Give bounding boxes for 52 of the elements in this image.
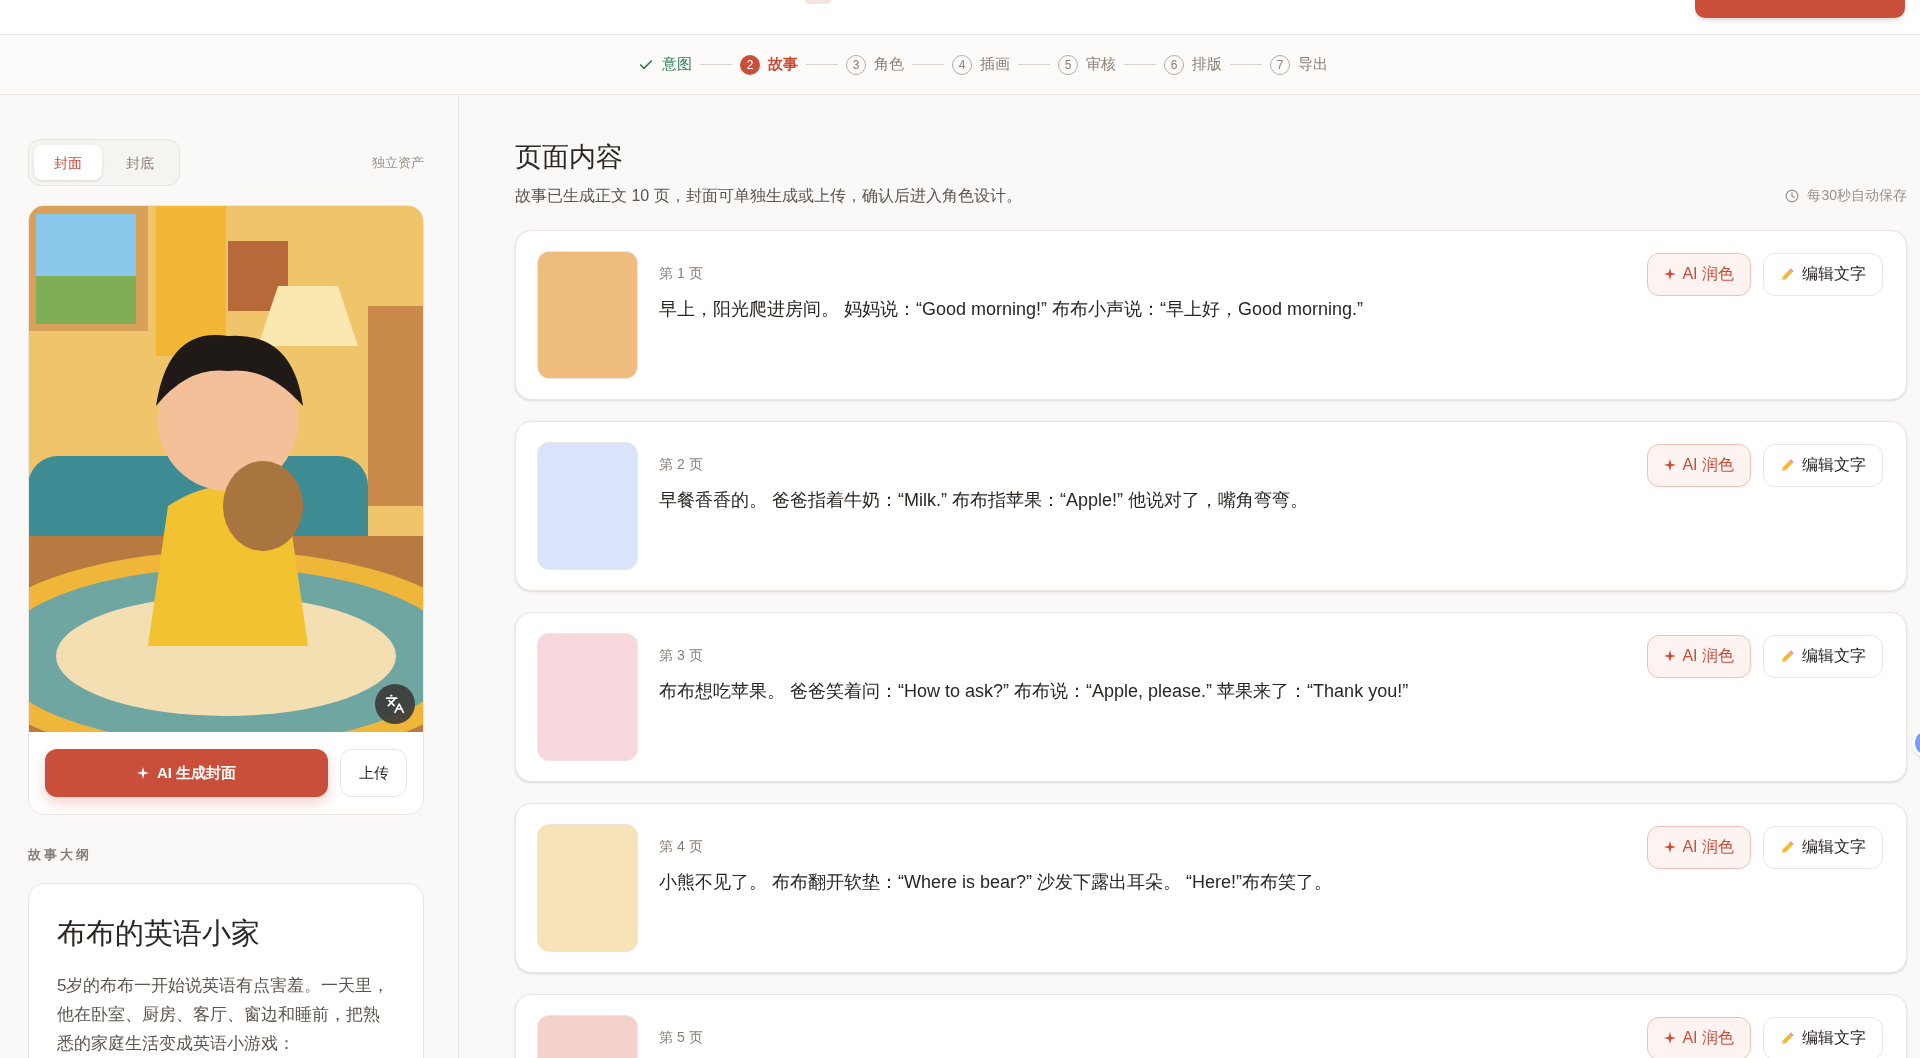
step-number: 2 (740, 54, 760, 75)
step-label[interactable]: 意图 (662, 53, 692, 76)
page-title: 页面内容 (515, 141, 624, 174)
ai-polish-button[interactable]: AI 润色 (1647, 252, 1751, 296)
sparkle-icon (1664, 650, 1677, 662)
step-label[interactable]: 排版 (1192, 53, 1222, 76)
page-number: 第 3 页 (659, 645, 704, 665)
edit-text-button[interactable]: 编辑文字 (1763, 825, 1883, 869)
pencil-icon (1780, 266, 1796, 282)
ai-polish-button[interactable]: AI 润色 (1647, 825, 1751, 869)
sparkle-icon (1664, 268, 1677, 280)
step-label[interactable]: 导出 (1298, 53, 1328, 76)
generate-cover-button[interactable]: AI 生成封面 (45, 749, 328, 797)
translate-icon (385, 694, 405, 714)
page-number: 第 1 页 (659, 263, 704, 283)
ai-polish-button[interactable]: AI 润色 (1647, 443, 1751, 487)
clock-icon (1785, 188, 1800, 203)
story-title: 布布的英语小家 (57, 915, 261, 951)
step-label[interactable]: 插画 (980, 53, 1010, 76)
page-number: 第 2 页 (659, 454, 704, 474)
cover-tab[interactable]: 封底 (106, 145, 174, 180)
page-number: 第 5 页 (659, 1027, 704, 1047)
sparkle-icon (1664, 459, 1677, 471)
cover-tab[interactable]: 封面 (34, 145, 102, 180)
page-text: 早上，阳光爬进房间。 妈妈说：“Good morning!” 布布小声说：“早上好，Good morning.” (659, 297, 1365, 321)
page-text: 布布想吃苹果。 爸爸笑着问：“How to ask?” 布布说：“Apple, please.” 苹果来了：“Thank you!” (659, 679, 1410, 703)
step-label[interactable]: 审核 (1086, 53, 1116, 76)
step-label[interactable]: 故事 (768, 53, 798, 76)
page-text: 小熊不见了。 布布翻开软垫：“Where is bear?” 沙发下露出耳朵。 “Here!”布布笑了。 (659, 870, 1334, 894)
upload-button[interactable]: 上传 (340, 749, 407, 797)
sparkle-icon (1664, 841, 1677, 853)
ai-polish-button[interactable]: AI 润色 (1647, 634, 1751, 678)
assets-link[interactable]: 独立资产 (372, 152, 424, 173)
edit-text-button[interactable]: 编辑文字 (1763, 1016, 1883, 1058)
pencil-icon (1780, 648, 1796, 664)
edit-text-button[interactable]: 编辑文字 (1763, 634, 1883, 678)
tab-indicator (805, 0, 831, 4)
pencil-icon (1780, 457, 1796, 473)
sparkle-icon (1664, 1032, 1677, 1044)
ai-polish-button[interactable]: AI 润色 (1647, 1016, 1751, 1058)
sparkle-icon (136, 767, 149, 779)
outline-heading: 故事大纲 (28, 846, 93, 864)
story-summary: 5岁的布布一开始说英语有点害羞。一天里，他在卧室、厨房、客厅、窗边和睡前，把熟悉的家庭生活变成英语小游戏： (57, 975, 391, 1055)
edit-text-button[interactable]: 编辑文字 (1763, 443, 1883, 487)
pencil-icon (1780, 839, 1796, 855)
autosave-status: 每30秒自动保存 (1807, 186, 1907, 205)
page-text: 早餐香香的。 爸爸指着牛奶：“Milk.” 布布指苹果：“Apple!” 他说对了，嘴角弯弯。 (659, 488, 1309, 512)
step-label[interactable]: 角色 (874, 53, 904, 76)
page-subtitle: 故事已生成正文 10 页，封面可单独生成或上传，确认后进入角色设计。 (515, 185, 1022, 206)
page-number: 第 4 页 (659, 836, 704, 856)
edit-text-button[interactable]: 编辑文字 (1763, 252, 1883, 296)
pencil-icon (1780, 1030, 1796, 1046)
